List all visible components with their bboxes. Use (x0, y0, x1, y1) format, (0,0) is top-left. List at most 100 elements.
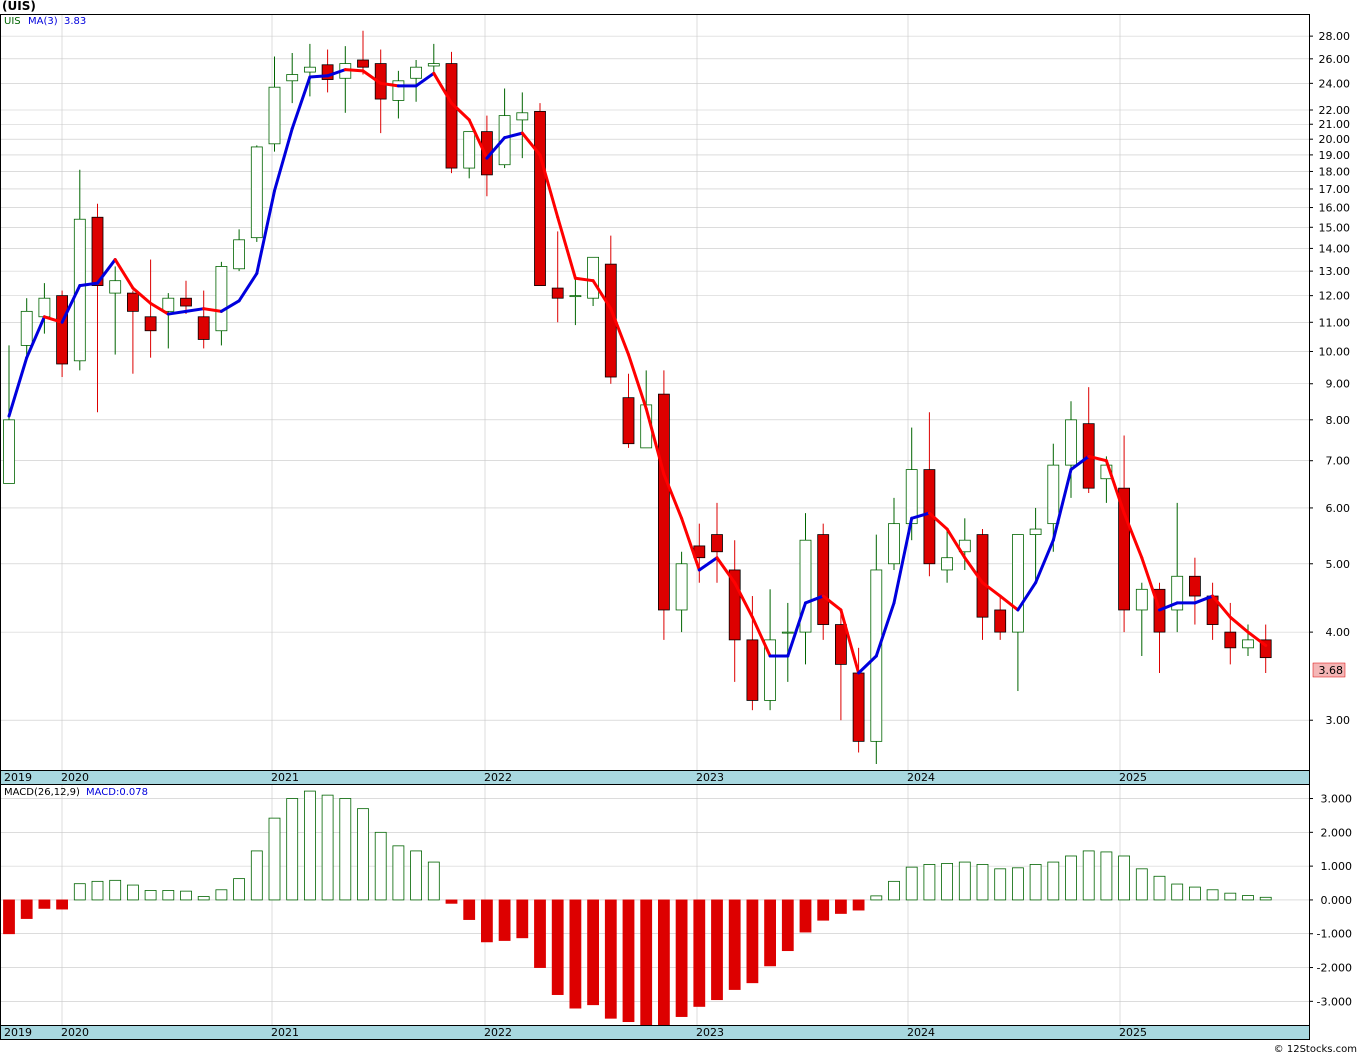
price-x-axis-band (0, 770, 1310, 785)
macd-bar-negative (835, 899, 847, 914)
macd-bar-positive (1171, 883, 1184, 901)
candle-up (905, 469, 918, 525)
macd-bar-negative (587, 899, 599, 1006)
macd-bar-positive (1100, 851, 1113, 901)
price-x-label: 2021 (271, 771, 299, 784)
candle-up (1065, 419, 1077, 466)
last-price-label: 3.68 (1319, 664, 1344, 677)
macd-bar-positive (888, 880, 900, 901)
macd-bar-negative (604, 899, 617, 1019)
macd-bar-negative (498, 899, 511, 941)
candle-up (1242, 639, 1254, 649)
candle-down (711, 534, 723, 553)
price-x-label: 2022 (484, 771, 512, 784)
macd-tick-label: 3.000 (1321, 793, 1353, 806)
candle-down (1189, 575, 1201, 597)
macd-bar-negative (693, 899, 706, 1007)
price-x-label: 2020 (61, 771, 89, 784)
price-tick-label: 22.00 (1319, 104, 1351, 117)
macd-x-label: 2022 (484, 1026, 512, 1039)
macd-bar-negative (569, 899, 582, 1009)
candle-up (587, 256, 599, 299)
candle-up (427, 63, 440, 67)
macd-bar-positive (1242, 895, 1254, 901)
candle-up (109, 280, 122, 294)
macd-bar-negative (38, 899, 51, 909)
macd-bar-positive (109, 879, 122, 901)
macd-x-label: 2023 (696, 1026, 724, 1039)
macd-bar-negative (711, 899, 723, 1001)
macd-bar-negative (781, 899, 794, 952)
price-tick-label: 21.00 (1319, 118, 1351, 131)
macd-bar-negative (852, 899, 865, 911)
macd-bar-negative (640, 899, 653, 1026)
price-legend-ma-value: 3.83 (64, 16, 86, 27)
price-tick-label: 18.00 (1319, 165, 1351, 178)
macd-bar-positive (233, 878, 246, 901)
price-x-label: 2025 (1119, 771, 1147, 784)
macd-bar-positive (1047, 861, 1060, 901)
macd-bar-positive (180, 890, 192, 901)
macd-bar-positive (1029, 864, 1042, 901)
macd-bar-negative (56, 899, 68, 910)
candle-up (888, 523, 900, 565)
price-tick-label: 26.00 (1319, 53, 1351, 66)
candle-down (658, 393, 670, 611)
macd-tick-label: -1.000 (1317, 928, 1352, 941)
price-tick-label: 16.00 (1319, 202, 1351, 215)
price-tick-label: 7.00 (1326, 455, 1351, 468)
candle-up (233, 239, 246, 270)
macd-panel (0, 784, 1310, 1026)
candle-up (303, 66, 316, 73)
candle-down (91, 216, 104, 286)
macd-x-label: 2020 (61, 1026, 89, 1039)
candle-up (215, 266, 228, 332)
macd-bar-positive (1012, 867, 1024, 901)
candle-down (197, 316, 210, 340)
macd-bar-negative (817, 899, 830, 921)
macd-bar-positive (127, 884, 139, 901)
macd-bar-positive (162, 890, 175, 901)
macd-x-label: 2025 (1119, 1026, 1147, 1039)
price-tick-label: 3.00 (1326, 714, 1351, 727)
price-tick-label: 20.00 (1319, 133, 1351, 146)
price-x-label: 2023 (696, 771, 724, 784)
candle-up (286, 74, 299, 82)
macd-bar-positive (374, 831, 387, 901)
candle-down (994, 609, 1007, 633)
macd-bar-positive (905, 866, 918, 901)
candle-up (38, 297, 51, 318)
candle-down (835, 624, 847, 665)
macd-bar-positive (870, 895, 883, 901)
candle-down (357, 59, 369, 68)
price-tick-label: 9.00 (1326, 378, 1351, 391)
macd-bar-positive (91, 880, 104, 901)
last-price-marker: 3.68 (1312, 662, 1346, 678)
macd-bar-positive (976, 864, 989, 901)
price-legend-symbol: UIS (4, 16, 21, 27)
candle-up (1029, 528, 1042, 535)
macd-bar-positive (1082, 850, 1095, 901)
macd-bar-positive (321, 794, 334, 901)
price-tick-label: 10.00 (1319, 345, 1351, 358)
macd-bar-positive (923, 864, 936, 901)
macd-bar-positive (357, 808, 369, 901)
macd-bar-positive (994, 868, 1007, 901)
candle-down (127, 292, 139, 312)
macd-bar-negative (764, 899, 776, 967)
macd-bar-negative (675, 899, 688, 1017)
candle-up (162, 297, 175, 312)
chart-svg: 28.00 26.00 24.00 22.0021.00 20.00 19.00 18.00… (0, 14, 1357, 1055)
macd-bar-positive (1118, 855, 1130, 901)
candle-up (1047, 464, 1060, 525)
macd-bar-positive (1259, 896, 1272, 901)
ma-segment (308, 74, 330, 79)
macd-bar-negative (480, 899, 493, 943)
candle-down (551, 287, 564, 299)
candle-up (781, 631, 794, 634)
candle-up (463, 131, 476, 169)
macd-bar-positive (250, 850, 263, 901)
candle-up (1135, 588, 1148, 611)
candle-up (250, 146, 263, 239)
candle-up (73, 218, 86, 362)
